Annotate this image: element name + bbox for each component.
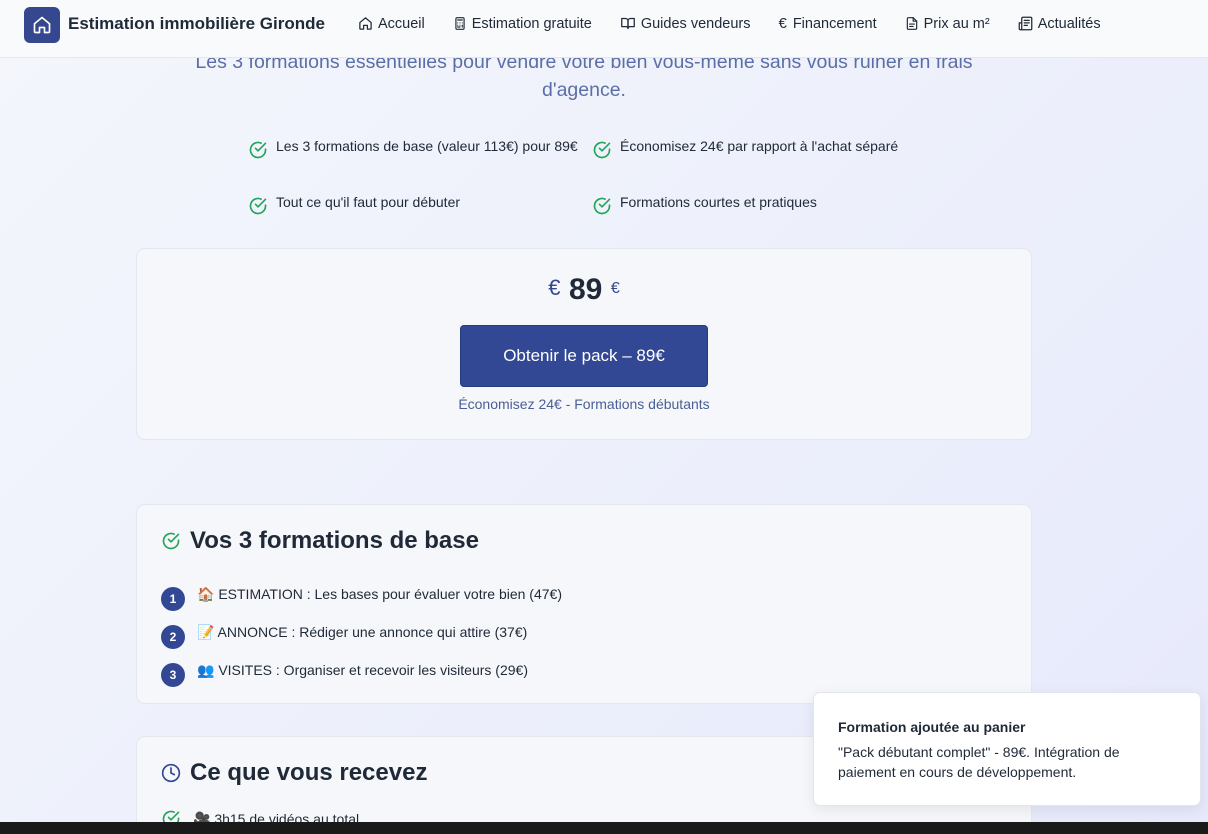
pricing-card: € 89 € Obtenir le pack – 89€ Économisez … [136,248,1032,440]
list-item-text: 🏠 ESTIMATION : Les bases pour évaluer vo… [197,585,562,602]
toast-title: Formation ajoutée au panier [838,719,1026,735]
file-text-icon [906,17,917,30]
euro-icon: € [778,15,787,32]
benefit-item: Tout ce qu'il faut pour débuter [248,192,578,216]
check-circle-icon [249,141,267,159]
benefit-item: Les 3 formations de base (valeur 113€) p… [248,136,578,160]
list-item: 1 🏠 ESTIMATION : Les bases pour évaluer … [161,577,562,611]
formations-card: Vos 3 formations de base 1 🏠 ESTIMATION … [136,504,1032,704]
benefit-item: Formations courtes et pratiques [592,192,932,216]
get-pack-button[interactable]: Obtenir le pack – 89€ [460,325,708,387]
bottom-bar [0,822,1208,834]
nav-label: Guides vendeurs [640,15,751,32]
savings-note: Économisez 24€ - Formations débutants [458,396,710,412]
step-number-badge: 1 [161,587,185,611]
price-display: € 89 € [137,273,1031,307]
nav-item-prix-au-m2[interactable]: Prix au m² [905,15,990,32]
list-item-text: 👥 VISITES : Organiser et recevoir les vi… [197,661,528,678]
list-item-text: 📝 ANNONCE : Rédiger une annonce qui atti… [197,623,528,640]
benefit-text: Économisez 24€ par rapport à l'achat sép… [620,138,899,154]
step-number-badge: 2 [161,625,185,649]
nav-item-estimation-gratuite[interactable]: Estimation gratuite [453,15,592,32]
nav-label: Prix au m² [923,15,990,32]
formations-card-title: Vos 3 formations de base [161,527,479,555]
check-circle-icon [593,197,611,215]
check-circle-icon [593,141,611,159]
benefit-text: Les 3 formations de base (valeur 113€) p… [276,138,578,154]
benefit-text: Formations courtes et pratiques [620,194,817,210]
nav-label: Actualités [1037,15,1101,32]
card-title-text: Vos 3 formations de base [190,527,479,554]
nav-label: Accueil [378,15,425,32]
currency-symbol: € [548,275,561,300]
check-circle-icon [162,532,180,550]
benefit-item: Économisez 24€ par rapport à l'achat sép… [592,136,932,160]
book-icon [620,17,635,30]
toast-body: "Pack débutant complet" - 89€. Intégrati… [838,744,1120,780]
price-amount: 89 [568,273,603,306]
receive-card-title: Ce que vous recevez [161,759,427,787]
main-nav: Accueil Estimation gratuite Guides vende… [358,15,1101,32]
nav-label: Estimation gratuite [471,15,592,32]
newspaper-icon [1018,16,1033,31]
benefit-text: Tout ce qu'il faut pour débuter [276,194,461,210]
nav-item-guides-vendeurs[interactable]: Guides vendeurs [620,15,751,32]
home-logo-icon[interactable] [24,7,60,43]
check-circle-icon [249,197,267,215]
list-item: 2 📝 ANNONCE : Rédiger une annonce qui at… [161,615,527,649]
nav-item-financement[interactable]: € Financement [778,15,876,32]
site-header: Estimation immobilière Gironde Accueil E… [0,0,1208,58]
list-item: 3 👥 VISITES : Organiser et recevoir les … [161,653,528,687]
step-number-badge: 3 [161,663,185,687]
nav-item-accueil[interactable]: Accueil [358,15,425,32]
calculator-icon [455,17,465,30]
home-icon [359,17,372,30]
nav-label: Financement [792,15,877,32]
clock-icon [161,763,181,783]
nav-item-actualites[interactable]: Actualités [1018,15,1101,32]
toast-notification[interactable]: Formation ajoutée au panier "Pack débuta… [813,692,1201,806]
site-title[interactable]: Estimation immobilière Gironde [68,14,325,34]
currency-suffix: € [610,280,620,297]
card-title-text: Ce que vous recevez [190,759,428,786]
